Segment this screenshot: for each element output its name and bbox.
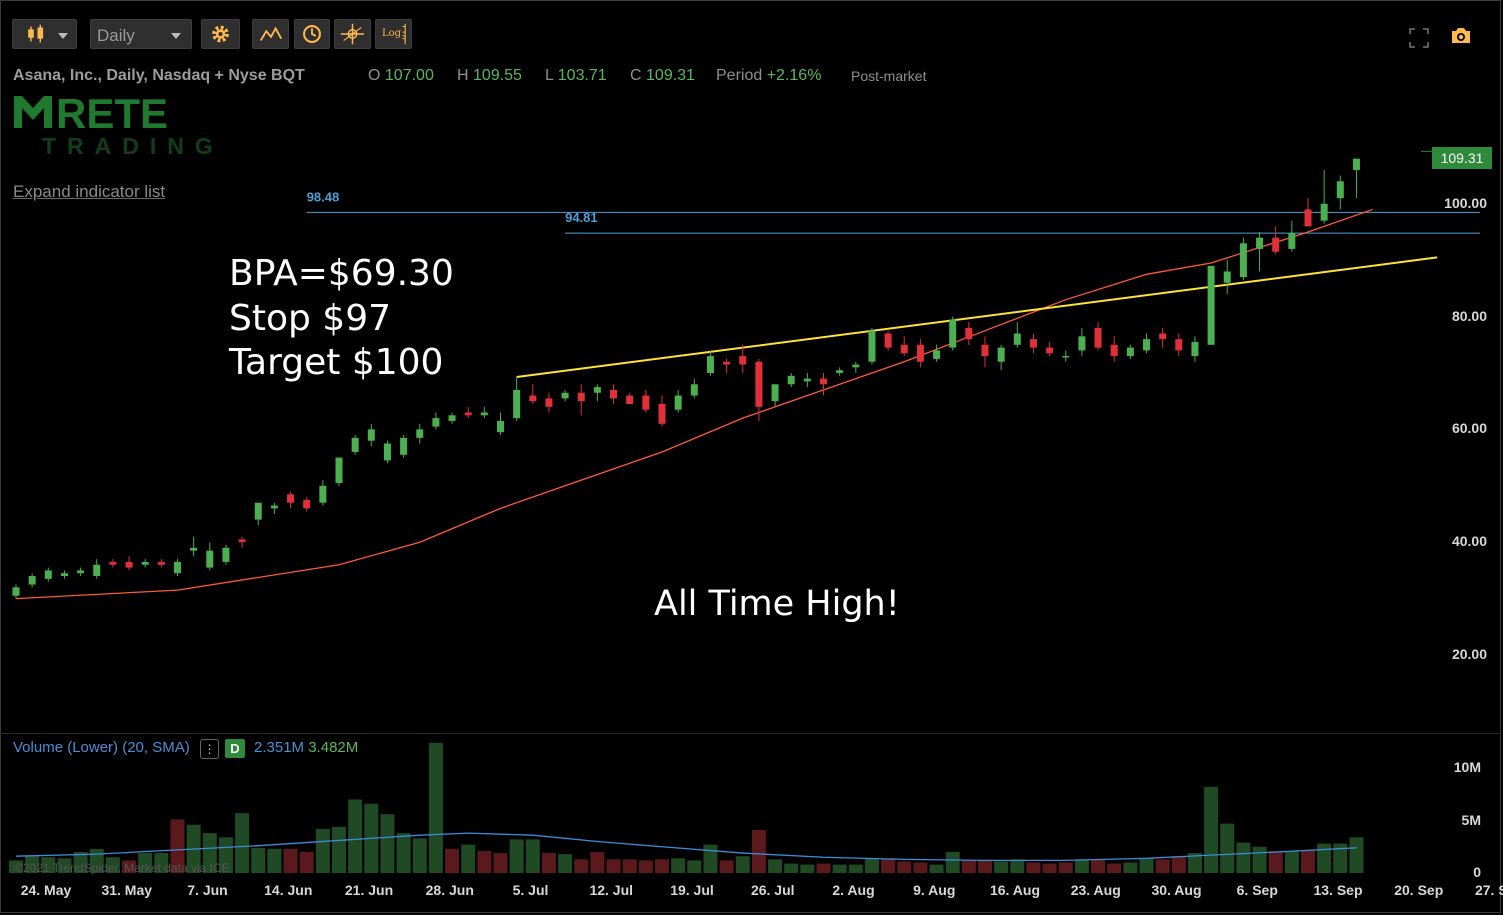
volume-bar — [1220, 823, 1235, 873]
date-tick-label: 19. Jul — [670, 882, 714, 898]
volume-bar — [864, 858, 879, 873]
volume-bar — [816, 863, 831, 873]
volume-bar — [477, 850, 492, 873]
volume-bar — [380, 814, 395, 873]
volume-bar — [784, 863, 799, 873]
volume-tick-label: 5M — [1461, 811, 1481, 828]
date-tick-label: 5. Jul — [512, 882, 549, 898]
volume-bar — [590, 852, 605, 873]
copyright-text: ©2021 TrendSpider. Market data via ICE — [14, 861, 230, 875]
date-tick-label: 13. Sep — [1313, 882, 1363, 898]
date-tick-label: 24. May — [20, 882, 72, 898]
date-tick-label: 14. Jun — [264, 882, 313, 898]
volume-bar — [283, 848, 298, 873]
date-tick-label: 16. Aug — [989, 882, 1041, 898]
volume-bar — [525, 839, 540, 873]
volume-bar — [1058, 862, 1073, 873]
date-tick-label: 7. Jun — [187, 882, 228, 898]
volume-bar — [1123, 862, 1138, 873]
volume-bar — [1026, 862, 1041, 873]
volume-bar — [1252, 846, 1267, 873]
volume-bar — [735, 856, 750, 873]
volume-bar — [428, 742, 443, 873]
volume-bar — [961, 860, 976, 873]
volume-bar — [768, 859, 783, 873]
volume-bar — [897, 861, 912, 873]
date-tick-label: 27. Sep — [1474, 882, 1503, 898]
volume-tick-label: 10M — [1453, 759, 1481, 775]
volume-bar — [1091, 859, 1106, 873]
date-tick-label: 28. Jun — [425, 882, 474, 898]
volume-bar — [251, 847, 266, 873]
volume-bar — [235, 813, 250, 873]
volume-bar — [1171, 856, 1186, 873]
volume-bar — [1349, 837, 1364, 873]
date-tick-label: 30. Aug — [1151, 882, 1202, 898]
volume-bar — [396, 833, 411, 873]
volume-bar — [638, 860, 653, 873]
volume-bar — [945, 852, 960, 873]
volume-bar — [299, 852, 314, 873]
volume-bar — [994, 861, 1009, 873]
volume-bar — [461, 844, 476, 873]
volume-bar — [671, 858, 686, 873]
date-tick-label: 31. May — [101, 882, 153, 898]
volume-bar — [929, 864, 944, 873]
volume-bar — [1042, 863, 1057, 873]
volume-bar — [332, 826, 346, 873]
volume-bar — [445, 848, 460, 873]
volume-bar — [751, 829, 766, 873]
volume-bar — [1107, 863, 1122, 873]
volume-bar — [1074, 859, 1089, 873]
volume-bar — [558, 854, 573, 873]
volume-bar — [622, 859, 637, 873]
volume-bar — [1268, 850, 1283, 873]
volume-bar — [606, 859, 621, 873]
volume-bar — [348, 799, 363, 873]
volume-bar — [1284, 850, 1299, 873]
volume-bar — [1301, 849, 1315, 873]
date-tick-label: 23. Aug — [1070, 882, 1121, 898]
volume-bar — [1236, 842, 1251, 873]
volume-bar — [493, 853, 508, 873]
date-tick-label: 20. Sep — [1394, 882, 1444, 898]
date-tick-label: 12. Jul — [589, 882, 634, 898]
volume-bar — [267, 848, 282, 873]
volume-sma-line — [15, 832, 1357, 862]
volume-bar — [832, 864, 847, 873]
volume-bar — [541, 853, 556, 873]
volume-bar — [1010, 859, 1025, 873]
volume-bar — [800, 864, 815, 873]
volume-bar — [315, 828, 330, 873]
date-tick-label: 6. Sep — [1236, 882, 1278, 898]
volume-bar — [719, 860, 734, 873]
volume-bar — [412, 838, 427, 873]
volume-bar — [687, 860, 702, 873]
date-tick-label: 9. Aug — [913, 882, 956, 898]
volume-tick-label: 0 — [1473, 864, 1481, 880]
volume-bar — [655, 859, 669, 873]
volume-bar — [913, 862, 928, 873]
volume-bar — [574, 859, 589, 873]
volume-bar — [1155, 859, 1170, 873]
volume-chart[interactable] — [0, 0, 1503, 915]
date-tick-label: 21. Jun — [344, 882, 394, 898]
volume-bar — [1317, 843, 1332, 873]
volume-bar — [978, 860, 992, 873]
volume-bar — [703, 844, 718, 873]
date-tick-label: 2. Aug — [832, 882, 875, 898]
volume-bar — [1204, 786, 1219, 873]
volume-bar — [1139, 858, 1154, 873]
volume-bar — [848, 864, 863, 873]
volume-bar — [509, 839, 524, 873]
volume-bar — [881, 859, 896, 873]
date-tick-label: 26. Jul — [750, 882, 795, 898]
